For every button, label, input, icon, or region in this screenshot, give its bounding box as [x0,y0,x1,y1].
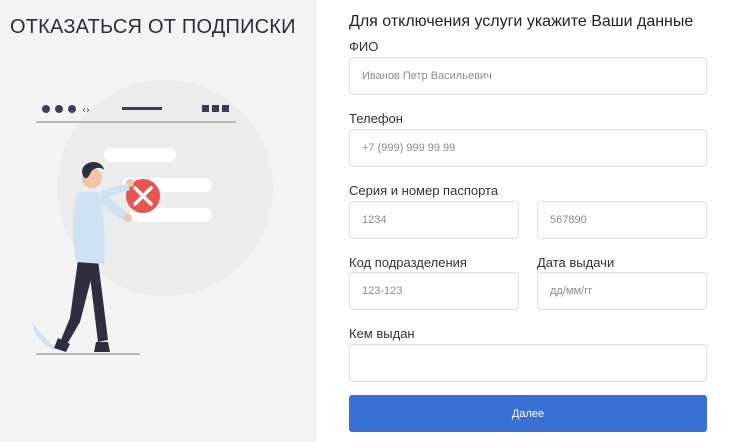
division-code-label: Код подразделения [349,255,467,270]
issued-by-field[interactable] [349,344,707,382]
page-title: ОТКАЗАТЬСЯ ОТ ПОДПИСКИ [10,16,296,38]
phone-label: Телефон [349,111,403,126]
fio-label: ФИО [349,39,379,54]
division-code-field[interactable] [349,272,519,310]
form-heading: Для отключения услуги укажите Ваши данны… [349,13,694,30]
next-button[interactable]: Далее [349,395,707,432]
issue-date-field[interactable] [537,272,707,310]
unsubscribe-illustration: ‹› [32,80,273,355]
browser-nav-icon: ‹› [82,105,90,116]
passport-series-field[interactable] [349,201,519,239]
issued-by-label: Кем выдан [349,326,415,341]
plant-icon [32,322,58,350]
unsubscribe-form-panel: Для отключения услуги укажите Ваши данны… [316,0,750,442]
passport-number-field[interactable] [537,201,707,239]
passport-label: Серия и номер паспорта [349,183,499,198]
fio-field[interactable] [349,57,707,95]
phone-field[interactable] [349,129,707,167]
issue-date-label: Дата выдачи [537,255,615,270]
